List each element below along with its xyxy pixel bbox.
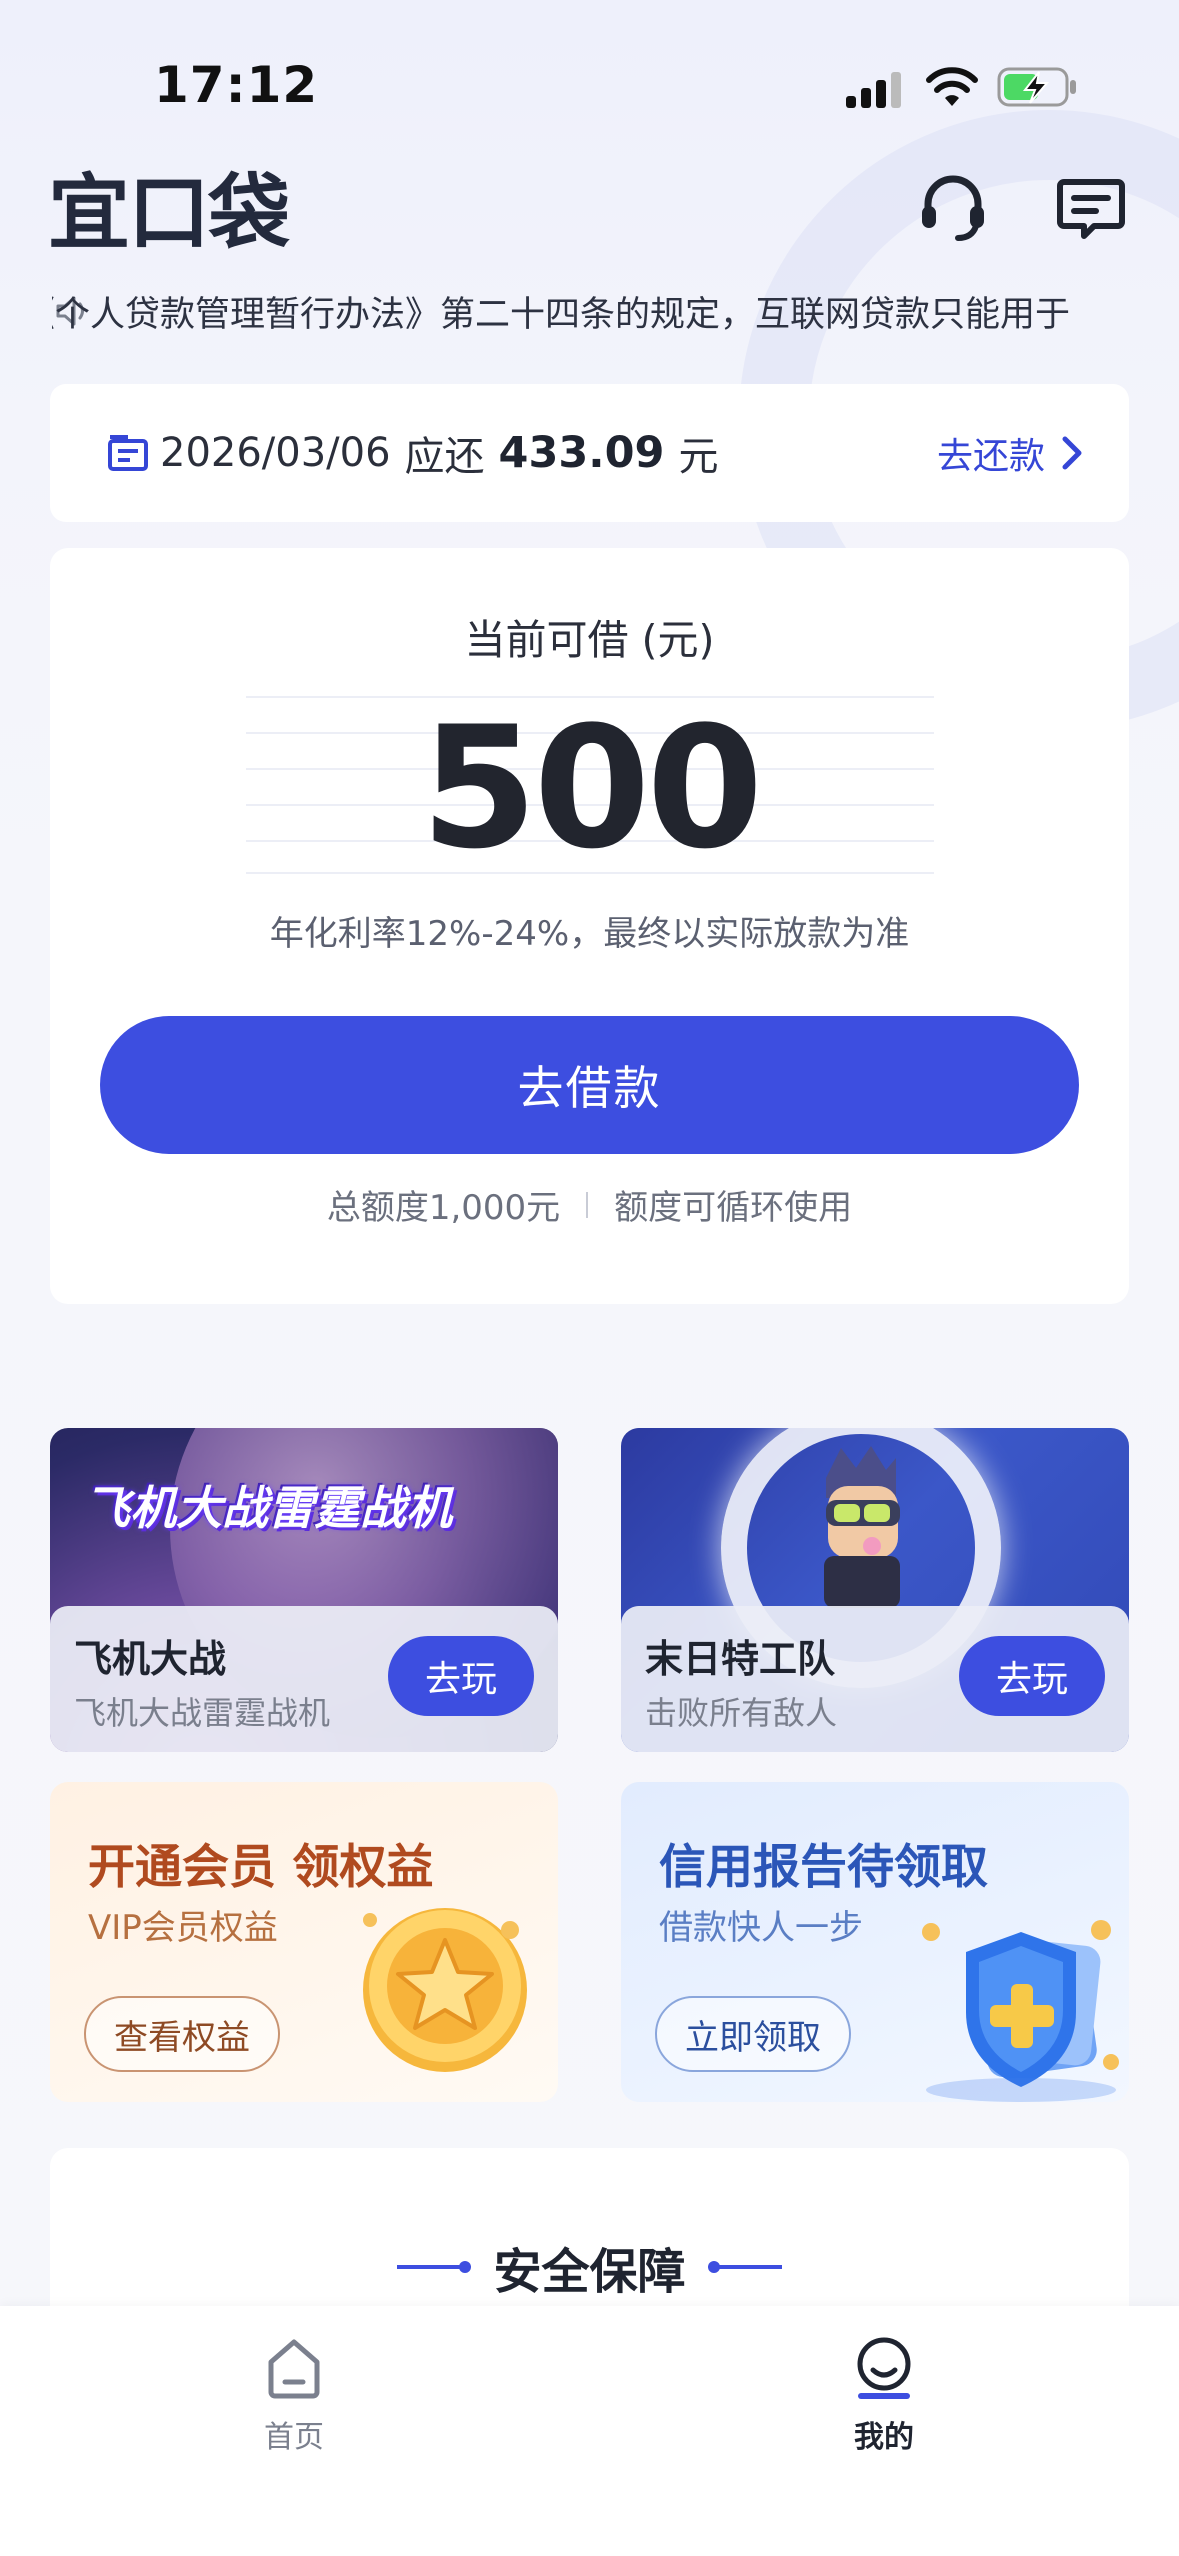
promo-title: 开通会员 领权益 bbox=[88, 1840, 434, 1895]
star-coin-icon bbox=[363, 1908, 527, 2072]
repayment-card[interactable]: 2026/03/06 应还 433.09 元 去还款 bbox=[50, 384, 1129, 522]
chevron-right-icon bbox=[1062, 436, 1082, 470]
recycle-note: 额度可循环使用 bbox=[614, 1188, 853, 1228]
game-card-doomsday-squad[interactable]: 末日特工队 击败所有敌人 去玩 bbox=[621, 1428, 1129, 1752]
available-amount: 500 bbox=[420, 690, 764, 886]
logo-text: 宜口袋 bbox=[48, 165, 290, 261]
play-button[interactable]: 去玩 bbox=[959, 1636, 1105, 1716]
app-screen: 17:12 宜口袋 《个人贷款管理暂行办法》第二十四条的规定，互联网贷款只能用于… bbox=[0, 0, 1179, 2556]
go-repay-link[interactable]: 去还款 bbox=[937, 427, 1083, 479]
view-benefits-button[interactable]: 查看权益 bbox=[84, 1996, 280, 2072]
rate-note: 年化利率12%-24%，最终以实际放款为准 bbox=[269, 914, 910, 954]
play-button[interactable]: 去玩 bbox=[388, 1636, 534, 1716]
limit-info: 总额度1,000元 额度可循环使用 bbox=[50, 1180, 1129, 1229]
shield-icon bbox=[922, 1920, 1119, 2102]
go-repay-label: 去还款 bbox=[936, 436, 1045, 477]
amount-display: 500 bbox=[246, 690, 934, 886]
game-card-plane-war[interactable]: 飞机大战雷霆战机 飞机大战 飞机大战雷霆战机 去玩 bbox=[50, 1428, 558, 1752]
repayment-amount: 433.09 bbox=[498, 428, 665, 478]
heading-decoration bbox=[707, 2261, 782, 2273]
game-info: 飞机大战 飞机大战雷霆战机 去玩 bbox=[50, 1606, 558, 1752]
total-limit: 总额度1,000元 bbox=[326, 1188, 561, 1228]
game-subtitle: 击败所有敌人 bbox=[645, 1694, 838, 1732]
character-illustration bbox=[824, 1446, 900, 1608]
status-bar: 17:12 bbox=[0, 0, 1179, 150]
bottom-tab-bar: 首页 我的 bbox=[0, 2306, 1179, 2556]
vip-promo-card[interactable]: 开通会员 领权益 VIP会员权益 查看权益 bbox=[50, 1782, 558, 2102]
game-title: 末日特工队 bbox=[645, 1637, 836, 1681]
profile-icon bbox=[857, 2337, 911, 2399]
bill-icon bbox=[108, 435, 148, 471]
tab-label: 我的 bbox=[854, 2420, 914, 2455]
promo-subtitle: 借款快人一步 bbox=[659, 1908, 863, 1948]
wifi-icon bbox=[926, 67, 978, 106]
headset-icon[interactable] bbox=[914, 168, 992, 246]
notice-text: 《个人贷款管理暂行办法》第二十四条的规定，互联网贷款只能用于 bbox=[52, 294, 1071, 335]
promo-title: 信用报告待领取 bbox=[659, 1840, 988, 1895]
security-heading: 安全保障 bbox=[50, 2232, 1129, 2302]
repayment-label: 应还 bbox=[404, 434, 485, 480]
promo-subtitle: VIP会员权益 bbox=[88, 1908, 278, 1948]
status-time: 17:12 bbox=[154, 56, 319, 114]
game-title: 飞机大战 bbox=[74, 1637, 227, 1681]
divider bbox=[586, 1191, 589, 1218]
notice-marquee[interactable]: 《个人贷款管理暂行办法》第二十四条的规定，互联网贷款只能用于 bbox=[52, 278, 1132, 344]
home-icon bbox=[268, 2339, 320, 2399]
credit-report-promo-card[interactable]: 信用报告待领取 借款快人一步 立即领取 bbox=[621, 1782, 1129, 2102]
message-icon[interactable] bbox=[1052, 168, 1130, 246]
tab-label: 首页 bbox=[264, 2420, 324, 2455]
battery-charging-icon bbox=[997, 67, 1076, 107]
security-title: 安全保障 bbox=[493, 2244, 686, 2300]
app-logo: 宜口袋 bbox=[48, 160, 290, 261]
heading-decoration bbox=[397, 2261, 472, 2273]
game-info: 末日特工队 击败所有敌人 去玩 bbox=[621, 1606, 1129, 1752]
claim-now-button[interactable]: 立即领取 bbox=[655, 1996, 851, 2072]
tab-mine[interactable]: 我的 bbox=[804, 2336, 964, 2456]
game-banner-text: 飞机大战雷霆战机 bbox=[84, 1481, 452, 1535]
available-label: 当前可借 (元) bbox=[464, 616, 715, 664]
repayment-unit: 元 bbox=[678, 434, 719, 480]
tab-home[interactable]: 首页 bbox=[214, 2336, 374, 2456]
repayment-date: 2026/03/06 bbox=[160, 430, 391, 476]
signal-icon bbox=[846, 70, 902, 108]
game-subtitle: 飞机大战雷霆战机 bbox=[74, 1694, 331, 1732]
borrow-card: 当前可借 (元) 500 年化利率12%-24%，最终以实际放款为准 去借款 总… bbox=[50, 548, 1129, 1304]
borrow-button[interactable]: 去借款 bbox=[100, 1016, 1079, 1154]
